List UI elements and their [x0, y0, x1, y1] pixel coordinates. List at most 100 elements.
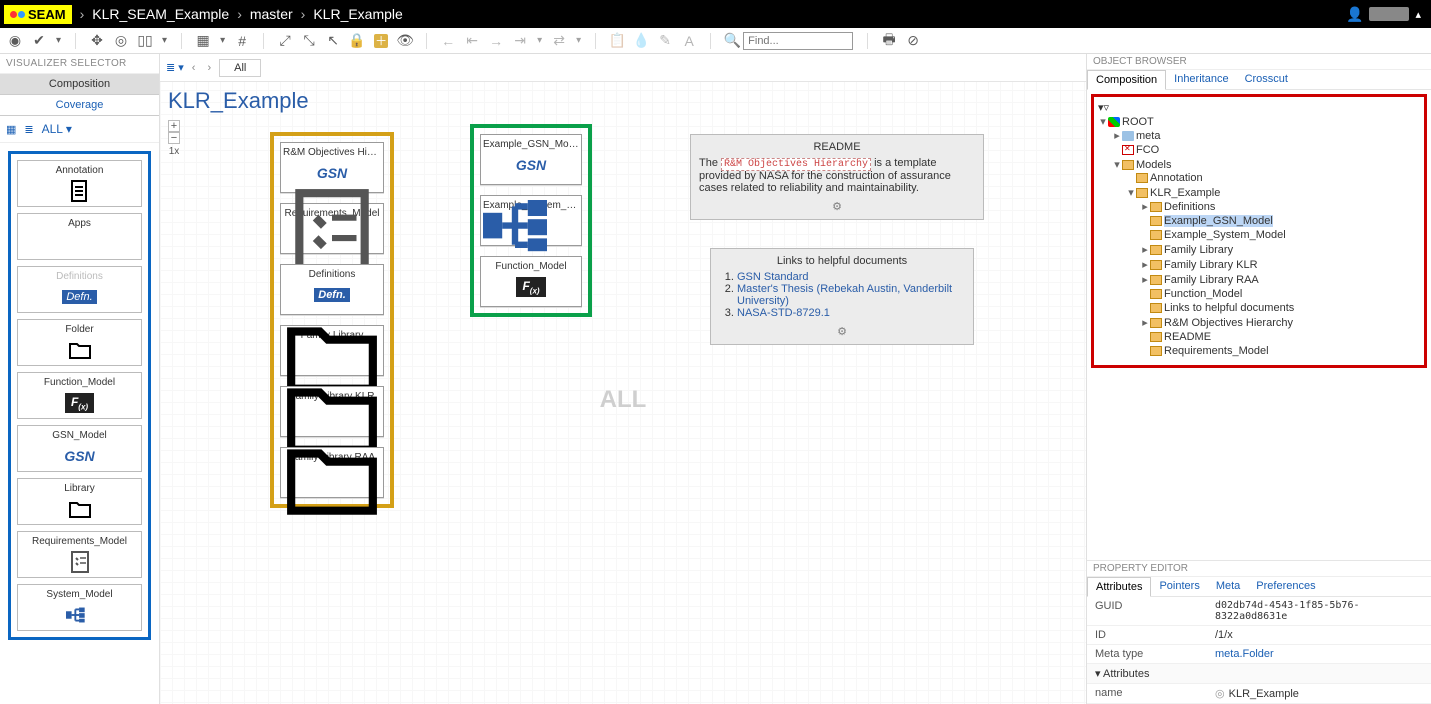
dropdown-caret-icon[interactable]: ▾	[537, 35, 542, 46]
arrow-left-icon[interactable]: ←	[441, 34, 455, 48]
palette-item[interactable]: Requirements_Model	[17, 531, 142, 578]
tab-composition[interactable]: Composition	[0, 74, 159, 95]
drop-icon[interactable]: 💧	[634, 34, 648, 48]
canvas-tab-all[interactable]: All	[219, 59, 261, 77]
palette-item[interactable]: Library	[17, 478, 142, 525]
tree-item[interactable]: Example_System_Model	[1140, 228, 1420, 242]
gear-icon[interactable]: ⚙	[719, 325, 965, 338]
link-item[interactable]: NASA-STD-8729.1	[737, 307, 965, 319]
tree-item[interactable]: ▾ROOT▸meta FCO▾Models Annotation▾KLR_Exa…	[1098, 114, 1420, 361]
all-dropdown[interactable]: ALL ▾	[42, 122, 72, 136]
user-chip[interactable]	[1369, 7, 1409, 21]
pe-tab-meta[interactable]: Meta	[1208, 577, 1248, 596]
tree-item[interactable]: ▾Models Annotation▾KLR_Example▸Definitio…	[1112, 157, 1420, 360]
tree-item[interactable]: ▸Definitions	[1140, 199, 1420, 214]
nav-back-icon[interactable]: ‹	[192, 62, 196, 74]
lock-icon[interactable]: 🔒	[350, 34, 364, 48]
dropdown-caret-icon[interactable]: ▾	[56, 35, 61, 46]
breadcrumb-project[interactable]: KLR_SEAM_Example	[92, 6, 229, 22]
canvas[interactable]: ≣ ▾ ‹ › All KLR_Example + − 1x R&M Objec…	[160, 54, 1086, 704]
tab-inheritance[interactable]: Inheritance	[1166, 70, 1236, 89]
canvas-node[interactable]: Family Library RAA	[280, 447, 384, 498]
dropdown-caret-icon[interactable]: ▾	[576, 35, 581, 46]
pe-tab-attributes[interactable]: Attributes	[1087, 577, 1151, 597]
dropdown-caret-icon[interactable]: ▾	[162, 35, 167, 46]
tab-crosscut[interactable]: Crosscut	[1237, 70, 1296, 89]
breadcrumb-node[interactable]: KLR_Example	[313, 6, 403, 22]
columns-icon[interactable]: ▯▯	[138, 34, 152, 48]
plus-square-icon[interactable]: ＋	[374, 34, 388, 48]
tree-item[interactable]: ▸meta	[1112, 128, 1420, 143]
palette-item[interactable]: Annotation	[17, 160, 142, 207]
tree-item[interactable]: Annotation	[1126, 171, 1420, 185]
readme-box[interactable]: README The R&M Objectives Hierarchy is a…	[690, 134, 984, 220]
hash-icon[interactable]: #	[235, 34, 249, 48]
link-item[interactable]: Master's Thesis (Rebekah Austin, Vanderb…	[737, 283, 965, 307]
move-icon[interactable]: ✥	[90, 34, 104, 48]
list-menu-icon[interactable]: ≣ ▾	[166, 61, 184, 74]
tree-item[interactable]: Example_GSN_Model	[1140, 214, 1420, 228]
nav-fwd-icon[interactable]: ›	[207, 62, 211, 74]
canvas-node[interactable]: Function_ModelF(x)	[480, 256, 582, 307]
palette-item[interactable]: GSN_ModelGSN	[17, 425, 142, 472]
chevron-up-icon[interactable]: ▴	[1415, 8, 1421, 21]
block-icon[interactable]: ⊘	[906, 34, 920, 48]
palette-item[interactable]: Function_ModelF(x)	[17, 372, 142, 419]
tree-item[interactable]: ▸Family Library RAA	[1140, 272, 1420, 287]
check-circle-icon[interactable]: ✔	[32, 34, 46, 48]
circle-dot-icon[interactable]: ◉	[8, 34, 22, 48]
palette-item[interactable]: System_Model	[17, 584, 142, 631]
prop-meta-value[interactable]: meta.Folder	[1215, 648, 1423, 660]
zoom-out-button[interactable]: −	[168, 132, 180, 144]
tree-item[interactable]: ▸Family Library	[1140, 242, 1420, 257]
brand-badge[interactable]: SEAM	[4, 5, 72, 24]
zoom-in-button[interactable]: +	[168, 120, 180, 132]
tab-composition[interactable]: Composition	[1087, 70, 1166, 90]
cursor-icon[interactable]: ↖	[326, 34, 340, 48]
link-item[interactable]: GSN Standard	[737, 271, 965, 283]
canvas-node[interactable]: Example_System_M...	[480, 195, 582, 246]
palette-item[interactable]: Apps	[17, 213, 142, 260]
dropdown-caret-icon[interactable]: ▾	[220, 35, 225, 46]
expand-icon[interactable]: ⤢	[278, 34, 292, 48]
copy-icon[interactable]: 📋	[610, 34, 624, 48]
breadcrumb-branch[interactable]: master	[250, 6, 293, 22]
canvas-node[interactable]: Example_GSN_ModelGSN	[480, 134, 582, 185]
arrow-rightstop-icon[interactable]: ⇥	[513, 34, 527, 48]
eye-icon[interactable]: 👁	[398, 34, 412, 48]
canvas-node[interactable]: Requirements_Model	[280, 203, 384, 254]
tree-item[interactable]: ▸R&M Objectives Hierarchy	[1140, 315, 1420, 330]
tree-item[interactable]: ▸Family Library KLR	[1140, 257, 1420, 272]
object-tree[interactable]: ▾ROOT▸meta FCO▾Models Annotation▾KLR_Exa…	[1098, 114, 1420, 361]
prop-attr-section[interactable]: Attributes	[1103, 668, 1149, 680]
list-view-icon[interactable]: ≣	[24, 123, 33, 136]
palette-item[interactable]: Folder	[17, 319, 142, 366]
palette-label: Apps	[18, 218, 141, 229]
target-icon[interactable]: ◎	[114, 34, 128, 48]
expand-diag-icon[interactable]: ⤡	[302, 34, 316, 48]
print-icon[interactable]: 🖶	[882, 34, 896, 48]
tab-coverage[interactable]: Coverage	[0, 95, 159, 116]
tree-item[interactable]: Function_Model	[1140, 287, 1420, 301]
pe-tab-preferences[interactable]: Preferences	[1248, 577, 1323, 596]
tree-item[interactable]: Links to helpful documents	[1140, 301, 1420, 315]
tree-item[interactable]: Requirements_Model	[1140, 344, 1420, 358]
arrow-right-icon[interactable]: →	[489, 34, 503, 48]
grid-icon[interactable]: ▦	[196, 34, 210, 48]
text-icon[interactable]: A	[682, 34, 696, 48]
prop-name-value[interactable]: ◎KLR_Example	[1215, 687, 1423, 700]
swap-icon[interactable]: ⇄	[552, 34, 566, 48]
tree-item[interactable]: ▾KLR_Example▸Definitions Example_GSN_Mod…	[1126, 185, 1420, 359]
tree-item[interactable]: README	[1140, 330, 1420, 344]
edit-icon[interactable]: ✎	[658, 34, 672, 48]
arrow-leftstop-icon[interactable]: ⇤	[465, 34, 479, 48]
links-box[interactable]: Links to helpful documents GSN StandardM…	[710, 248, 974, 345]
filter-icon[interactable]: ▾▿	[1098, 102, 1109, 114]
user-icon[interactable]: 👤	[1346, 6, 1363, 23]
tree-item[interactable]: FCO	[1112, 143, 1420, 157]
pe-tab-pointers[interactable]: Pointers	[1151, 577, 1207, 596]
grid-view-icon[interactable]: ▦	[6, 123, 16, 136]
search-input[interactable]	[743, 32, 853, 50]
search-icon[interactable]: 🔍	[725, 34, 739, 48]
gear-icon[interactable]: ⚙	[699, 200, 975, 213]
